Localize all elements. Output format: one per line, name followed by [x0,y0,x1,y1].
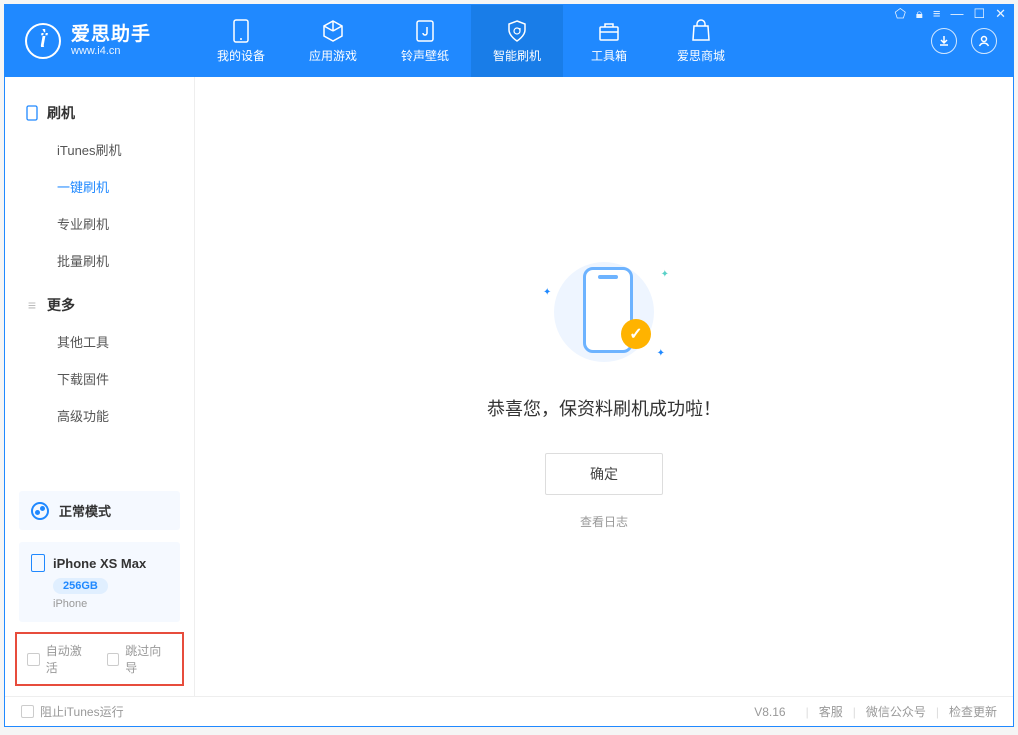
device-row: iPhone XS Max [31,554,168,572]
nav-label: 爱思商城 [677,47,725,64]
ok-button[interactable]: 确定 [545,453,663,495]
phone-icon [229,19,253,43]
logo-icon: ῒ [25,23,61,59]
list-icon: ≡ [25,298,39,312]
footer-link-update[interactable]: 检查更新 [949,703,997,720]
nav-label: 智能刷机 [493,47,541,64]
app-website: www.i4.cn [71,45,151,57]
side-section-title: 刷机 [47,103,75,123]
checkbox-icon [27,653,40,666]
mode-box[interactable]: 正常模式 [19,491,180,530]
side-item-advanced[interactable]: 高级功能 [5,397,194,434]
header-right [931,28,1013,54]
side-head-more[interactable]: ≡ 更多 [5,287,194,323]
side-item-batch-flash[interactable]: 批量刷机 [5,242,194,279]
check-circle-icon: ✓ [621,319,651,349]
checkbox-skip-guide[interactable]: 跳过向导 [107,642,173,676]
app-name: 爱思助手 [71,25,151,46]
footer: 阻止iTunes运行 V8.16 | 客服 | 微信公众号 | 检查更新 [5,696,1013,726]
device-name: iPhone XS Max [53,556,146,571]
checkbox-label: 自动激活 [46,642,93,676]
nav-label: 应用游戏 [309,47,357,64]
checkbox-icon [107,653,120,666]
device-type: iPhone [53,598,168,610]
nav-smart-flash[interactable]: 智能刷机 [471,5,563,77]
checkbox-label: 跳过向导 [125,642,172,676]
shield-sync-icon [505,19,529,43]
side-head-flash[interactable]: 刷机 [5,95,194,131]
device-panel: 正常模式 iPhone XS Max 256GB iPhone [5,481,194,632]
nav-label: 铃声壁纸 [401,47,449,64]
shirt-icon[interactable]: ⬠ [895,6,906,22]
bag-icon [689,19,713,43]
view-log-link[interactable]: 查看日志 [580,513,628,530]
maximize-button[interactable]: ☐ [973,6,985,22]
checkbox-block-itunes[interactable]: 阻止iTunes运行 [21,703,124,720]
footer-link-support[interactable]: 客服 [819,703,843,720]
side-item-download-firmware[interactable]: 下载固件 [5,360,194,397]
sidebar: 刷机 iTunes刷机 一键刷机 专业刷机 批量刷机 ≡ 更多 其他工具 下载固… [5,77,195,696]
footer-right: V8.16 | 客服 | 微信公众号 | 检查更新 [754,703,997,720]
toolbox-icon [597,19,621,43]
side-item-pro-flash[interactable]: 专业刷机 [5,205,194,242]
mode-text: 正常模式 [59,501,111,520]
highlighted-options: 自动激活 跳过向导 [15,632,184,686]
device-box[interactable]: iPhone XS Max 256GB iPhone [19,542,180,622]
nav-ringtones[interactable]: 铃声壁纸 [379,5,471,77]
header: ῒ 爱思助手 www.i4.cn 我的设备 应用游戏 铃声壁纸 智能刷机 [5,5,1013,77]
cube-icon [321,19,345,43]
nav-label: 工具箱 [591,47,627,64]
minimize-button[interactable]: — [950,6,963,22]
app-window: ⬠ 🔒︎ ≡ — ☐ ✕ ῒ 爱思助手 www.i4.cn 我的设备 应用游戏 [4,4,1014,727]
footer-link-wechat[interactable]: 微信公众号 [866,703,926,720]
nav-apps-games[interactable]: 应用游戏 [287,5,379,77]
sparkle-icon: ✦ [543,287,551,298]
body: 刷机 iTunes刷机 一键刷机 专业刷机 批量刷机 ≡ 更多 其他工具 下载固… [5,77,1013,696]
nav: 我的设备 应用游戏 铃声壁纸 智能刷机 工具箱 爱思商城 [195,5,747,77]
checkbox-label: 阻止iTunes运行 [40,703,124,720]
version-label: V8.16 [754,705,785,719]
side-section-flash: 刷机 iTunes刷机 一键刷机 专业刷机 批量刷机 [5,95,194,279]
nav-label: 我的设备 [217,47,265,64]
success-illustration: ✓ ✦ ✦ ✦ [549,257,659,367]
capacity-badge: 256GB [53,578,108,594]
download-button[interactable] [931,28,957,54]
checkbox-icon [21,705,34,718]
side-item-other-tools[interactable]: 其他工具 [5,323,194,360]
menu-icon[interactable]: ≡ [933,6,941,22]
side-section-title: 更多 [47,295,75,315]
phone-small-icon [25,106,39,120]
sparkle-icon: ✦ [661,269,669,280]
checkbox-auto-activate[interactable]: 自动激活 [27,642,93,676]
sparkle-icon: ✦ [657,348,665,359]
window-controls: ⬠ 🔒︎ ≡ — ☐ ✕ [895,6,1006,22]
user-button[interactable] [971,28,997,54]
nav-toolbox[interactable]: 工具箱 [563,5,655,77]
close-button[interactable]: ✕ [995,6,1006,22]
side-item-itunes-flash[interactable]: iTunes刷机 [5,131,194,168]
main-content: ✓ ✦ ✦ ✦ 恭喜您，保资料刷机成功啦！ 确定 查看日志 [195,77,1013,696]
success-message: 恭喜您，保资料刷机成功啦！ [487,395,721,421]
side-item-one-click-flash[interactable]: 一键刷机 [5,168,194,205]
side-section-more: ≡ 更多 其他工具 下载固件 高级功能 [5,287,194,434]
logo-area[interactable]: ῒ 爱思助手 www.i4.cn [5,23,195,59]
mode-icon [31,502,49,520]
device-phone-icon [31,554,45,572]
nav-store[interactable]: 爱思商城 [655,5,747,77]
note-icon [413,19,437,43]
lock-icon[interactable]: 🔒︎ [916,6,923,22]
logo-text: 爱思助手 www.i4.cn [71,25,151,58]
nav-my-device[interactable]: 我的设备 [195,5,287,77]
